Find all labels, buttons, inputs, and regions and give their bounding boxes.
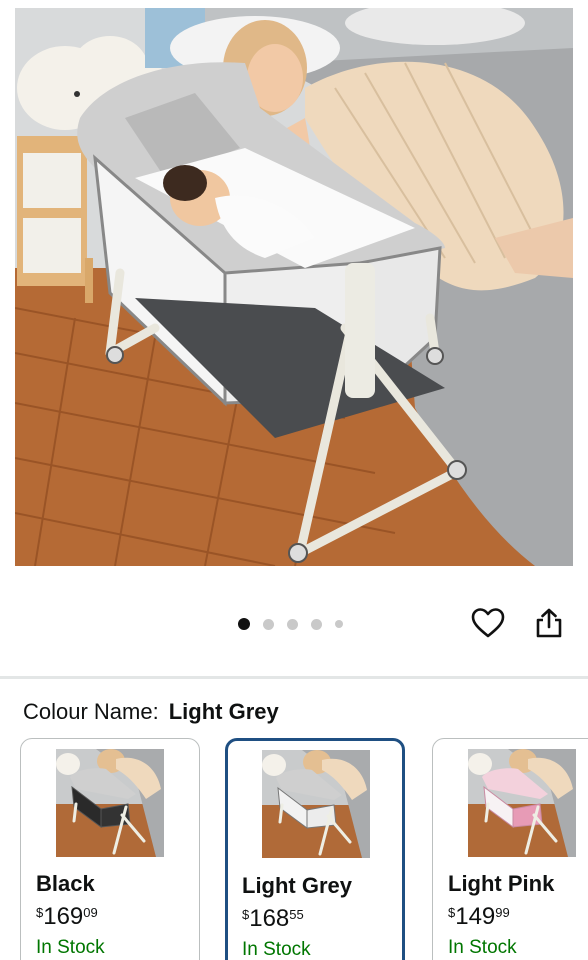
product-main-image[interactable] <box>15 8 573 566</box>
colour-name-row: Colour Name: Light Grey <box>23 699 279 725</box>
colour-option-light-pink[interactable]: Light Pink $14999 In Stock <box>432 738 588 960</box>
colour-option-price: $16909 <box>36 903 98 931</box>
price-currency: $ <box>448 905 456 920</box>
bassinet-thumbnail <box>262 750 370 858</box>
heart-icon <box>471 608 505 638</box>
carousel-dot-1[interactable] <box>238 618 250 630</box>
price-fraction: 99 <box>495 905 510 920</box>
colour-option-price: $14999 <box>448 903 510 931</box>
carousel-dot-3[interactable] <box>287 618 298 630</box>
bassinet-thumbnail <box>468 749 576 857</box>
colour-option-light-grey[interactable]: Light Grey $16855 In Stock <box>225 738 405 960</box>
colour-name-value: Light Grey <box>168 699 279 724</box>
carousel-dot-5[interactable] <box>335 620 343 628</box>
share-icon <box>536 608 562 638</box>
share-button[interactable] <box>529 603 569 643</box>
colour-option-thumbnail <box>468 749 576 857</box>
colour-option-price: $16855 <box>242 905 304 933</box>
stock-status: In Stock <box>242 939 311 960</box>
wishlist-button[interactable] <box>468 603 508 643</box>
price-whole: 149 <box>455 903 496 930</box>
carousel-dot-4[interactable] <box>311 618 322 630</box>
colour-option-name: Light Pink <box>448 871 555 896</box>
price-fraction: 09 <box>83 905 98 920</box>
colour-option-name: Black <box>36 871 95 896</box>
colour-option-black[interactable]: Black $16909 In Stock <box>20 738 200 960</box>
stock-status: In Stock <box>448 937 517 958</box>
price-fraction: 55 <box>289 907 304 922</box>
stock-status: In Stock <box>36 937 105 958</box>
product-page: Colour Name: Light Grey Black $16909 In … <box>0 0 588 960</box>
image-carousel-dots[interactable] <box>238 616 356 632</box>
colour-option-thumbnail <box>56 749 164 857</box>
price-currency: $ <box>242 907 250 922</box>
colour-option-name: Light Grey <box>242 873 353 898</box>
price-whole: 169 <box>43 903 84 930</box>
bassinet-thumbnail <box>56 749 164 857</box>
section-divider <box>0 676 588 679</box>
price-whole: 168 <box>249 905 290 932</box>
colour-name-label: Colour Name: <box>23 699 159 724</box>
carousel-dot-2[interactable] <box>263 618 274 630</box>
bassinet-photo <box>15 8 573 566</box>
colour-option-thumbnail <box>262 750 370 858</box>
price-currency: $ <box>36 905 44 920</box>
